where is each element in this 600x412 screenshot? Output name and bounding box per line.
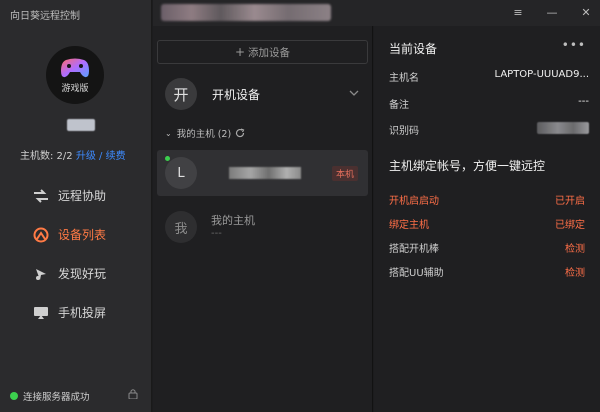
row-label: 搭配UU辅助 — [389, 268, 444, 279]
link-separator: / — [95, 151, 106, 162]
device-note: --- — [211, 228, 222, 239]
window-controls: ≡ — ✕ — [512, 6, 592, 19]
device-name-blurred — [229, 167, 301, 179]
group-label: 开机设备 — [212, 87, 261, 102]
connection-status-text: 连接服务器成功 — [23, 392, 90, 403]
row-label: 开机启启动 — [389, 196, 439, 207]
remote-assist-icon — [32, 187, 50, 205]
host-count: 主机数: 2/2 升级 / 续费 — [20, 147, 126, 162]
code-value-blurred — [537, 122, 589, 134]
device-details-panel: 当前设备 ••• 主机名 LAPTOP-UUUAD9... 备注 --- 识别码… — [374, 26, 600, 412]
note-row: 备注 --- — [389, 96, 589, 111]
app-title: 向日葵远程控制 — [10, 11, 80, 22]
sidebar-item-label: 设备列表 — [58, 228, 107, 242]
device-card-my-host[interactable]: 我 我的主机 --- — [165, 204, 365, 250]
device-list-panel: + 添加设备 开 开机设备 ⌄ 我的主机 (2) L 本机 我 我的主机 --- — [153, 26, 373, 412]
screen-cast-icon — [32, 304, 50, 322]
device-name: 我的主机 — [211, 214, 255, 227]
sidebar-item-discover[interactable]: 发现好玩 — [0, 254, 152, 293]
row-boot-start[interactable]: 开机启启动 已开启 — [389, 192, 585, 207]
title-blurred — [161, 4, 331, 21]
menu-button[interactable]: ≡ — [512, 6, 524, 19]
status-dot — [10, 392, 18, 400]
device-avatar: L — [165, 157, 197, 189]
device-card-local[interactable]: L 本机 — [157, 150, 368, 196]
device-list-icon — [32, 226, 50, 244]
connection-status: 连接服务器成功 — [10, 389, 140, 403]
plus-icon: + — [234, 45, 246, 59]
avatar[interactable]: 游戏版 — [46, 46, 104, 104]
add-device-label: 添加设备 — [248, 46, 291, 59]
detect-link[interactable]: 检测 — [565, 240, 585, 255]
edition-label: 游戏版 — [61, 83, 89, 94]
discover-icon — [32, 265, 50, 283]
sidebar-item-remote-assist[interactable]: 远程协助 — [0, 176, 152, 215]
sidebar-item-device-list[interactable]: 设备列表 — [0, 215, 152, 254]
hostname-value: LAPTOP-UUUAD9... — [494, 69, 589, 80]
title-bar: ≡ — ✕ — [153, 0, 600, 26]
lock-icon[interactable] — [128, 388, 138, 399]
more-options-button[interactable]: ••• — [562, 38, 586, 52]
chevron-down-icon[interactable] — [349, 88, 359, 98]
sidebar-item-label: 远程协助 — [58, 189, 107, 203]
row-label: 绑定主机 — [389, 220, 429, 231]
hostname-label: 主机名 — [389, 73, 419, 84]
detect-link[interactable]: 检测 — [565, 264, 585, 279]
local-badge: 本机 — [331, 166, 358, 181]
row-power-stick[interactable]: 搭配开机棒 检测 — [389, 240, 585, 255]
note-label: 备注 — [389, 100, 409, 111]
sidebar-item-screen-cast[interactable]: 手机投屏 — [0, 293, 152, 332]
minimize-button[interactable]: — — [546, 6, 558, 19]
code-row: 识别码 — [389, 122, 589, 137]
row-value: 已绑定 — [555, 220, 585, 231]
group-avatar: 开 — [165, 78, 197, 110]
note-value: --- — [578, 96, 589, 107]
group-powered-on-devices[interactable]: 开 开机设备 — [165, 76, 365, 112]
row-label: 搭配开机棒 — [389, 244, 439, 255]
row-uu-assist[interactable]: 搭配UU辅助 检测 — [389, 264, 585, 279]
row-value: 已开启 — [555, 196, 585, 207]
add-device-button[interactable]: + 添加设备 — [157, 40, 368, 64]
panel-title: 当前设备 — [389, 42, 438, 56]
renew-link[interactable]: 续费 — [106, 151, 126, 162]
sidebar: 向日葵远程控制 游戏版 主机数: 2/2 升级 / 续费 远程协助 设备列表 发… — [0, 0, 152, 412]
row-bind-host[interactable]: 绑定主机 已绑定 — [389, 216, 585, 231]
refresh-icon[interactable] — [235, 128, 245, 138]
close-button[interactable]: ✕ — [580, 6, 592, 19]
section-label: 我的主机 (2) — [176, 129, 232, 140]
hostname-row: 主机名 LAPTOP-UUUAD9... — [389, 69, 589, 84]
sidebar-item-label: 手机投屏 — [58, 306, 107, 320]
host-count-label: 主机数: 2/2 — [20, 151, 73, 162]
sidebar-item-label: 发现好玩 — [58, 267, 107, 281]
code-label: 识别码 — [389, 126, 419, 137]
caret-down-icon: ⌄ — [165, 128, 172, 138]
bind-account-title: 主机绑定帐号，方便一键远控 — [389, 159, 546, 173]
section-my-hosts[interactable]: ⌄ 我的主机 (2) — [165, 126, 245, 140]
sidebar-nav: 远程协助 设备列表 发现好玩 手机投屏 — [0, 176, 152, 332]
upgrade-link[interactable]: 升级 — [76, 151, 96, 162]
gamepad-icon — [61, 58, 89, 77]
device-avatar: 我 — [165, 211, 197, 243]
username-blurred — [67, 119, 95, 131]
